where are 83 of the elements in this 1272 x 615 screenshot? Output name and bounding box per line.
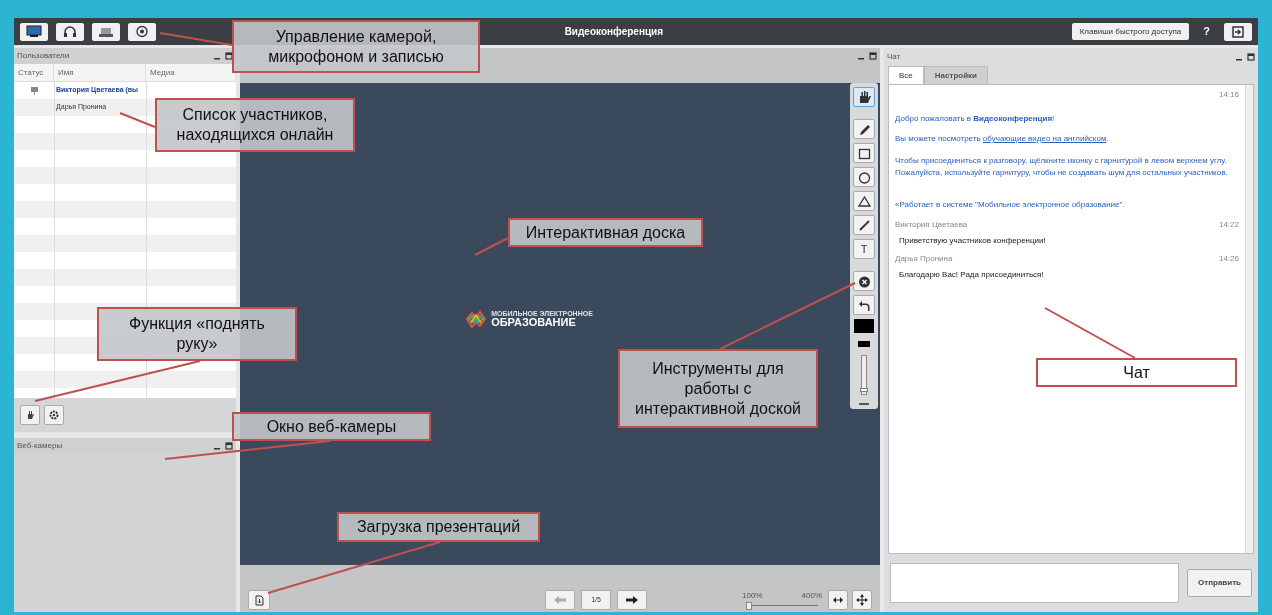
timestamp: 14:16: [1218, 89, 1239, 101]
chat-message: Чтобы присоединиться к разговору, щёлкните иконку с гарнитурой в левом верхнем углу. Пожалуйста, используйте гарнитуру, чтобы не создавать шум для остальных участников.: [895, 155, 1229, 179]
toolbar-button[interactable]: [56, 22, 84, 41]
timestamp: 14:22: [1218, 219, 1239, 231]
move-icon: [856, 594, 868, 606]
help-button[interactable]: ?: [1195, 23, 1218, 40]
circle-icon: [856, 169, 872, 185]
presenter-icon: [29, 86, 39, 95]
message-author: Дарья Пронина: [895, 253, 953, 265]
toolbar-button[interactable]: [20, 22, 48, 41]
panel-title: Веб-камеры: [17, 440, 64, 452]
callout: Загрузка презентаций: [337, 512, 540, 542]
zoom-min-label: 100%: [742, 590, 763, 602]
callout: Инструменты для работы с интерактивной доской: [618, 349, 818, 428]
panel-title: Пользователи: [17, 50, 71, 62]
column-header[interactable]: Имя: [54, 64, 146, 81]
message-input[interactable]: [890, 563, 1179, 603]
zoom-slider[interactable]: [746, 602, 818, 610]
monitor-icon: [26, 25, 42, 38]
fit-page-button[interactable]: [852, 590, 872, 610]
chat-tab[interactable]: Настройки: [923, 66, 988, 84]
timestamp: 14:26: [1218, 253, 1239, 265]
settings-icon: [49, 410, 59, 420]
document-icon: [254, 594, 264, 606]
left-arrow-icon: [553, 595, 567, 605]
hand-icon: [25, 410, 35, 420]
shortcuts-button[interactable]: Клавиши быстрого доступа: [1071, 23, 1190, 40]
leader-line: [119, 112, 156, 128]
callout: Список участников, находящихся онлайн: [155, 98, 355, 152]
slider-thumb[interactable]: [860, 388, 868, 393]
tool-button[interactable]: [853, 271, 875, 291]
logout-button[interactable]: [1224, 22, 1252, 41]
raise-hand-button[interactable]: [20, 405, 40, 425]
color-swatch[interactable]: [854, 319, 874, 333]
record-icon: [134, 25, 150, 38]
zoom-max-label: 400%: [801, 590, 822, 602]
chat-tab[interactable]: Все: [888, 66, 924, 84]
headset-icon: [62, 25, 78, 38]
leader-line: [474, 237, 509, 256]
tool-button[interactable]: [853, 143, 875, 163]
tool-button[interactable]: [853, 215, 875, 235]
maximize-icon[interactable]: [225, 442, 233, 450]
horizontal-arrows-icon: [832, 596, 844, 604]
chat-message: Благодарю Вас! Рада присоединиться!: [898, 269, 1045, 281]
logo-title: ОБРАЗОВАНИЕ: [491, 317, 577, 328]
next-button[interactable]: [617, 590, 647, 610]
maximize-icon[interactable]: [225, 52, 233, 60]
column-header[interactable]: Статус: [14, 64, 54, 81]
tool-button[interactable]: [853, 167, 875, 187]
device-icon: [98, 25, 114, 38]
chat-message: Добро пожаловать в Видеоконференция!: [895, 113, 1056, 125]
right-arrow-icon: [625, 595, 639, 605]
callout: Чат: [1036, 358, 1237, 387]
logout-icon: [1232, 25, 1244, 38]
upload-button[interactable]: [248, 590, 270, 610]
slider-thumb[interactable]: [746, 602, 752, 610]
minus-icon: [859, 403, 869, 405]
callout: Окно веб-камеры: [232, 412, 431, 441]
maximize-icon[interactable]: [1247, 53, 1255, 61]
send-button[interactable]: Отправить: [1187, 569, 1252, 597]
maximize-icon[interactable]: [869, 52, 877, 60]
panel-title: Чат: [887, 51, 902, 63]
chat-message: «Работает в системе "Мобильное электронное образование".: [895, 199, 1126, 211]
triangle-icon: [856, 193, 872, 209]
scrollbar[interactable]: [1245, 85, 1253, 553]
callout: Функция «поднять руку»: [97, 307, 297, 361]
window-title: Видеоконференция: [564, 25, 664, 39]
fit-width-button[interactable]: [828, 590, 848, 610]
chat-message: Приветствую участников конференции!: [898, 235, 1047, 247]
toolbar-button[interactable]: [128, 22, 156, 41]
tool-button[interactable]: [853, 295, 875, 315]
callout: Управление камерой, микрофоном и записью: [232, 20, 480, 73]
callout: Интерактивная доска: [508, 218, 703, 247]
thickness-slider[interactable]: [861, 355, 867, 395]
tool-button[interactable]: [853, 119, 875, 139]
tool-button[interactable]: T: [853, 239, 875, 259]
settings-button[interactable]: [44, 405, 64, 425]
toolbar-button[interactable]: [92, 22, 120, 41]
message-author: Виктория Цветаева: [895, 219, 968, 231]
logo-icon: [465, 308, 488, 330]
tool-button[interactable]: [853, 191, 875, 211]
chat-message: Вы можете посмотреть обучающие видео на английском.: [895, 133, 1110, 145]
tool-button[interactable]: [853, 87, 875, 107]
